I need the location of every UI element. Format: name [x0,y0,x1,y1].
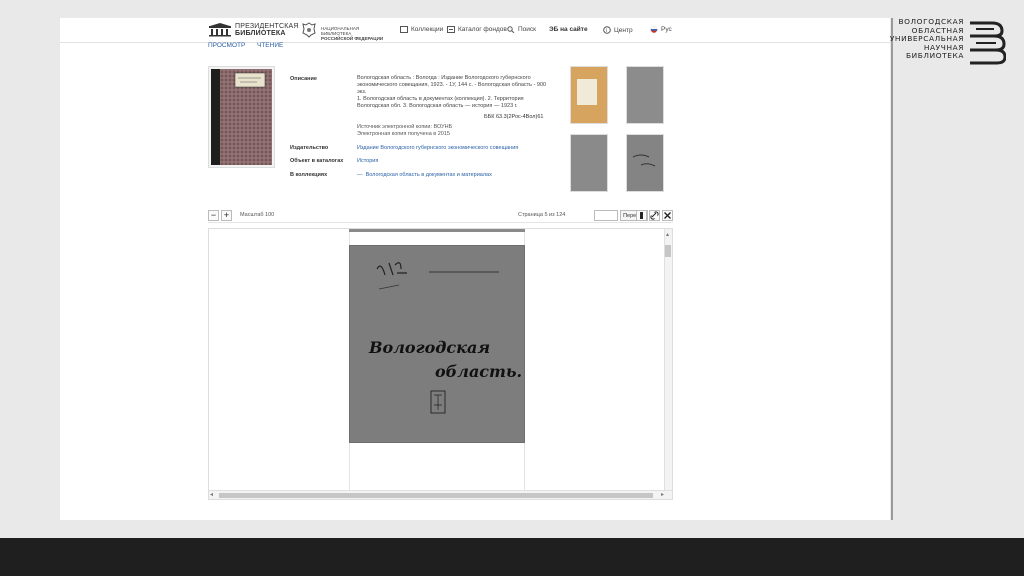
page-thumbnail-image [571,67,607,123]
library-building-icon [209,23,231,37]
zoom-out-button[interactable]: − [208,210,219,221]
collections-icon [400,26,408,33]
horizontal-scroll-thumb[interactable] [219,493,653,498]
scroll-up-arrow[interactable]: ▴ [666,231,669,238]
nav-collections-label: Коллекции [411,26,444,33]
publisher-label: Издательство [290,145,329,151]
collection-entry: — Вологодская область в документах и мат… [357,172,552,179]
description-subjects: 1. Вологодская область в документах (кол… [357,96,524,109]
nav-reading-hall-label: ЭБ на сайте [549,26,588,33]
source-line-1: Источник электронной копии: ВОУНБ [357,124,453,130]
collection-link[interactable]: Вологодская область в документах и матер… [366,172,492,178]
vounb-logo-text: ВОЛОГОДСКАЯ ОБЛАСТНАЯ УНИВЕРСАЛЬНАЯ НАУЧ… [890,17,964,61]
rgb-logo-text[interactable]: НАЦИОНАЛЬНАЯ БИБЛИОТЕКА РОССИЙСКОЙ ФЕДЕР… [321,26,389,41]
library-screenshot: ПРЕЗИДЕНТСКАЯ БИБЛИОТЕКА НАЦИОНАЛЬНАЯ БИ… [60,18,890,520]
help-icon: i [603,26,611,34]
page-title-line-2: область. [435,362,522,381]
logo-line: БИБЛИОТЕКА [905,51,964,61]
source-info: Источник электронной копии: ВОУНБ Электр… [357,124,552,138]
rgb-line-1: НАЦИОНАЛЬНАЯ БИБЛИОТЕКА [321,26,360,36]
page-thumbnail[interactable] [626,66,664,124]
page-thumbnail[interactable] [570,134,608,192]
vounb-logo: ВОЛОГОДСКАЯ ОБЛАСТНАЯ УНИВЕРСАЛЬНАЯ НАУЧ… [890,17,1006,68]
page-thumbnail[interactable] [626,134,664,192]
zoom-in-button[interactable]: + [221,210,232,221]
rgb-line-2: РОССИЙСКОЙ ФЕДЕРАЦИИ [321,36,384,41]
coat-of-arms-icon [302,22,316,38]
language-label: Рус [661,26,672,33]
bookmark-icon [640,212,643,219]
description-label: Описание [290,76,317,82]
page-number-input[interactable] [594,210,618,221]
catalog-label: Объект в каталогах [290,158,344,164]
nav-search[interactable]: Поиск [507,26,536,33]
publisher-link[interactable]: Издание Вологодского губернского экономи… [357,145,552,152]
scroll-left-arrow[interactable]: ◂ [210,491,213,498]
viewer-toolbar: − + Масштаб 100 Страница 5 из 124 Перейт… [208,210,673,223]
bookmark-button[interactable] [636,210,647,221]
scroll-right-arrow[interactable]: ▸ [661,491,664,498]
russian-flag-icon [650,26,658,33]
nav-help-label: Центр [614,26,633,34]
close-viewer-button[interactable] [662,210,673,221]
catalog-icon [447,26,455,33]
nav-search-label: Поиск [518,26,537,33]
brand-line-2: БИБЛИОТЕКА [235,30,286,37]
vertical-scrollbar[interactable]: ▴ [664,229,672,499]
page-thumbnail-image [627,135,663,191]
close-icon [664,212,671,219]
tab-view[interactable]: ПРОСМОТР [208,42,245,49]
collection-label: В коллекциях [290,172,328,178]
brand-line-1: ПРЕЗИДЕНТСКАЯ [235,23,299,30]
site-header: ПРЕЗИДЕНТСКАЯ БИБЛИОТЕКА НАЦИОНАЛЬНАЯ БИ… [60,18,890,43]
description-text: Вологодская область : Вологда : Издание … [357,75,552,110]
description-main: Вологодская область : Вологда : Издание … [357,75,547,95]
collection-dash: — [357,172,366,178]
nav-reading-hall[interactable]: ЭБ на сайте [549,26,588,33]
book-cover-image [211,69,272,165]
nav-help[interactable]: i Центр [603,26,633,34]
source-line-2: Электронная копия получена в 2015 [357,131,450,137]
book-cover-thumbnail[interactable] [208,66,275,168]
nav-catalog-label: Каталог фондов [458,26,507,33]
page-thumbnail[interactable] [570,66,608,124]
vertical-scroll-thumb[interactable] [665,245,671,257]
language-selector[interactable]: Рус [650,26,672,33]
zoom-level: Масштаб 100 [240,212,275,218]
presidential-library-logo[interactable]: ПРЕЗИДЕНТСКАЯ БИБЛИОТЕКА [208,23,299,37]
link-icon [650,211,659,220]
page-counter: Страница 5 из 124 [518,212,566,218]
nav-catalog[interactable]: Каталог фондов [447,26,507,33]
link-button[interactable] [649,210,660,221]
catalog-link[interactable]: История [357,158,552,165]
bbk-code: ББК 63.3(2Рос-4Вол)61 [484,114,544,120]
svg-text:i: i [606,28,607,34]
scanned-page: Вологодская область. [348,244,526,444]
horizontal-scrollbar[interactable]: ◂ ▸ [209,490,672,499]
scanned-page-image: Вологодская область. [348,244,526,444]
tab-read[interactable]: ЧТЕНИЕ [257,42,283,49]
search-icon [507,26,515,33]
vounb-logo-icon [970,21,1006,65]
previous-page-edge [349,229,525,232]
frame-divider [891,18,893,520]
document-viewer[interactable]: Вологодская область. ▴ ◂ ▸ [208,228,673,500]
slide-footer-bar [0,538,1024,576]
nav-collections[interactable]: Коллекции [400,26,443,33]
page-title-line-1: Вологодская [368,338,490,357]
